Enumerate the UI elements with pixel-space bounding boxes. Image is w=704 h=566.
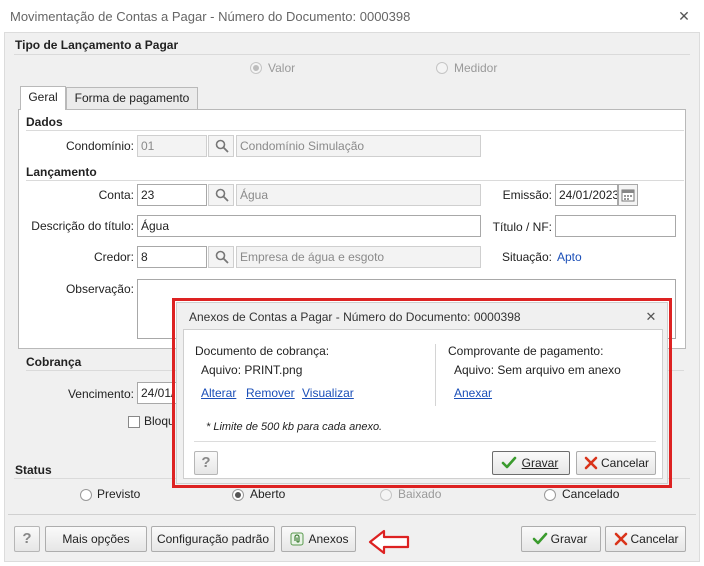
titulo-nf-input[interactable]: [555, 215, 676, 237]
cobranca-section-label: Cobrança: [26, 355, 82, 369]
window-title: Movimentação de Contas a Pagar - Número …: [10, 9, 411, 24]
radio-aberto[interactable]: [232, 489, 244, 501]
window-titlebar: Movimentação de Contas a Pagar - Número …: [0, 0, 704, 32]
radio-valor-label: Valor: [268, 61, 296, 75]
calendar-icon: [621, 189, 635, 202]
gravar-button[interactable]: Gravar: [521, 526, 601, 552]
conta-name-input[interactable]: Água: [236, 184, 481, 206]
radio-medidor[interactable]: [436, 62, 448, 74]
radio-baixado-label: Baixado: [398, 487, 442, 501]
radio-aberto-label: Aberto: [250, 487, 286, 501]
cancel-x-icon: [614, 532, 628, 546]
radio-baixado[interactable]: [380, 489, 392, 501]
radio-cancelado[interactable]: [544, 489, 556, 501]
condominio-name-input[interactable]: Condomínio Simulação: [236, 135, 481, 157]
dados-section-label: Dados: [26, 115, 63, 129]
cancelar-button-label: Cancelar: [630, 532, 679, 546]
tab-forma-pagamento[interactable]: Forma de pagamento: [66, 87, 198, 109]
anexos-button[interactable]: Anexos: [281, 526, 356, 552]
divider: [26, 130, 684, 131]
situacao-value: Apto: [557, 250, 582, 264]
help-button[interactable]: ?: [14, 526, 40, 552]
search-icon: [215, 139, 229, 153]
arrow-left-icon: [368, 529, 410, 555]
check-icon: [532, 532, 548, 545]
configuracao-padrao-button[interactable]: Configuração padrão: [151, 526, 275, 552]
condominio-code-input[interactable]: 01: [137, 135, 207, 157]
tipo-section-label: Tipo de Lançamento a Pagar: [15, 38, 179, 52]
credor-code-input[interactable]: 8: [137, 246, 207, 268]
radio-cancelado-label: Cancelado: [562, 487, 620, 501]
descricao-label: Descrição do título:: [31, 219, 134, 233]
anexos-button-label: Anexos: [308, 532, 349, 546]
bloqueio-checkbox[interactable]: [128, 416, 140, 428]
radio-medidor-label: Medidor: [454, 61, 498, 75]
condominio-label: Condomínio:: [65, 139, 134, 153]
condominio-search-button[interactable]: [208, 135, 234, 157]
emissao-calendar-button[interactable]: [618, 184, 638, 206]
radio-previsto[interactable]: [80, 489, 92, 501]
titulo-nf-label: Título / NF:: [492, 220, 552, 234]
descricao-input[interactable]: Água: [137, 215, 481, 237]
divider: [14, 54, 690, 55]
gravar-button-label: Gravar: [550, 532, 588, 546]
tab-geral[interactable]: Geral: [20, 86, 66, 110]
cancelar-button[interactable]: Cancelar: [605, 526, 686, 552]
divider: [26, 180, 684, 181]
search-icon: [215, 188, 229, 202]
observacao-label: Observação:: [65, 282, 134, 296]
emissao-label: Emissão:: [502, 188, 552, 202]
credor-label: Credor:: [93, 250, 134, 264]
divider: [8, 514, 696, 515]
credor-name-input[interactable]: Empresa de água e esgoto: [236, 246, 481, 268]
radio-previsto-label: Previsto: [97, 487, 141, 501]
search-icon: [215, 250, 229, 264]
close-icon[interactable]: ✕: [676, 8, 692, 24]
situacao-label: Situação:: [501, 250, 552, 264]
mais-opcoes-button[interactable]: Mais opções: [45, 526, 147, 552]
conta-code-input[interactable]: 23: [137, 184, 207, 206]
status-section-label: Status: [15, 463, 52, 477]
conta-search-button[interactable]: [208, 184, 234, 206]
emissao-input[interactable]: 24/01/2023: [555, 184, 618, 206]
bloqueio-label: Bloqu: [144, 414, 175, 428]
vencimento-label: Vencimento:: [67, 387, 134, 401]
lancamento-section-label: Lançamento: [26, 165, 97, 179]
attachment-icon: [290, 532, 304, 546]
highlight-box: [172, 298, 672, 488]
credor-search-button[interactable]: [208, 246, 234, 268]
radio-valor[interactable]: [250, 62, 262, 74]
conta-label: Conta:: [98, 188, 134, 202]
